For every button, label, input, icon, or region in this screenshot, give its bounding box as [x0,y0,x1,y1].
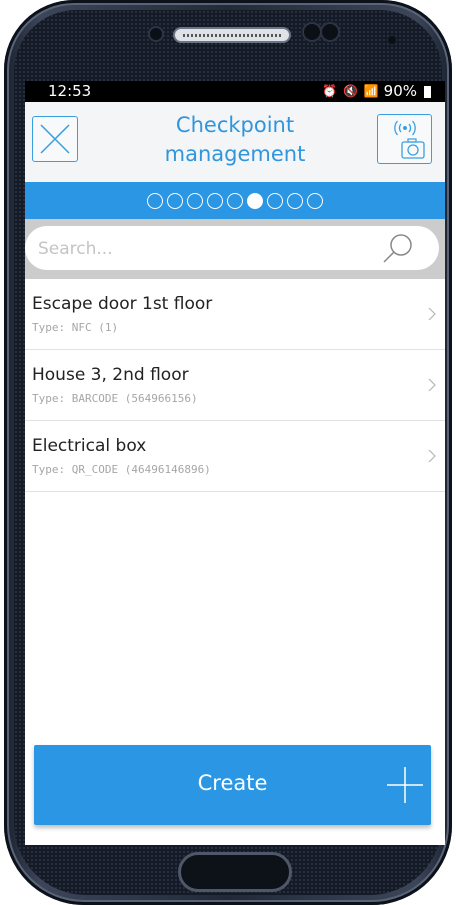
checkpoint-type: Type: BARCODE (564966156) [32,392,198,405]
led-icon [388,36,396,44]
battery-percent: 90% [383,82,417,100]
step-dot [207,192,223,209]
checkpoint-list: Escape door 1st floor Type: NFC (1) House … [25,279,445,492]
step-dot-active [247,192,263,209]
step-dot [227,192,243,209]
list-item[interactable]: House 3, 2nd floor Type: BARCODE (5649661… [25,350,445,421]
close-button[interactable] [32,116,78,162]
step-dot [287,192,303,209]
sensor-icon [150,28,162,40]
page-title-line2: management [164,142,306,166]
earpiece-speaker [173,27,291,43]
chevron-right-icon [428,307,436,321]
checkpoint-type: Type: QR_CODE (46496146896) [32,463,211,476]
search-input[interactable] [36,226,380,272]
nfc-camera-icon [394,120,425,159]
search-icon[interactable] [381,232,415,264]
status-icons: ⏰ 🔇 📶 [322,84,380,98]
chevron-right-icon [428,378,436,392]
app-screen: 12:53 ⏰ 🔇 📶 90% Checkpoint management Se… [25,81,445,845]
list-item[interactable]: Electrical box Type: QR_CODE (46496146896… [25,421,445,492]
step-dot [187,192,203,209]
page-title: Checkpoint management [115,111,355,169]
step-indicator [25,182,445,219]
checkpoint-name: Electrical box [32,436,147,456]
plus-icon [387,767,423,803]
list-item[interactable]: Escape door 1st floor Type: NFC (1) [25,279,445,350]
step-dot [307,192,323,209]
checkpoint-name: House 3, 2nd floor [32,365,189,385]
front-camera-icon [322,24,338,40]
step-dot [267,192,283,209]
close-icon [40,124,70,154]
status-bar: 12:53 ⏰ 🔇 📶 90% [25,81,445,102]
checkpoint-type: Type: NFC (1) [32,321,119,334]
create-button[interactable]: Create [34,745,431,825]
scan-button[interactable] [377,114,432,164]
step-dot [167,192,183,209]
proximity-sensor-icon [304,24,320,40]
battery-icon [424,86,431,98]
home-button[interactable] [178,852,292,892]
page-title-line1: Checkpoint [175,113,295,137]
status-time: 12:53 [48,82,92,100]
step-dot [147,192,163,209]
app-header: Checkpoint management [25,102,445,182]
search-bar [25,219,445,279]
chevron-right-icon [428,449,436,463]
create-button-label: Create [197,771,268,795]
checkpoint-name: Escape door 1st floor [32,294,213,314]
status-indicators: ⏰ 🔇 📶 90% [322,82,431,100]
search-box[interactable] [25,226,439,272]
